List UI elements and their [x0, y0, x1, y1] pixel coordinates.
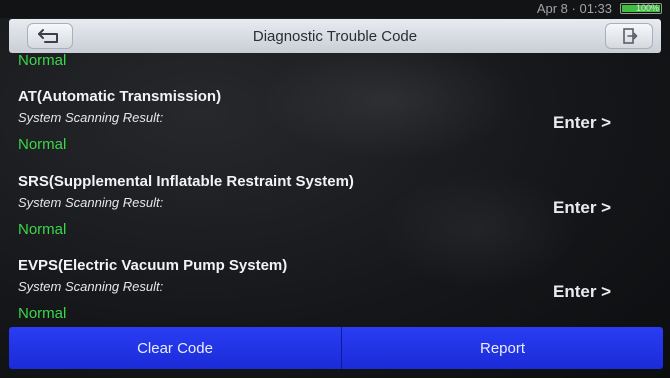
bottom-action-bar: Clear Code Report — [9, 327, 663, 369]
module-name: EVPS(Electric Vacuum Pump System) — [18, 257, 288, 274]
scan-status: Normal — [18, 136, 67, 153]
scan-status: Normal — [18, 305, 67, 322]
battery-percent: 100% — [635, 3, 659, 13]
module-list[interactable]: Normal AT(Automatic Transmission) System… — [0, 53, 670, 327]
list-item: AT(Automatic Transmission) System Scanni… — [0, 88, 670, 170]
exit-button[interactable] — [605, 23, 653, 49]
scan-result-label: System Scanning Result: — [18, 279, 164, 294]
back-arrow-icon — [38, 29, 58, 43]
device-screen: Apr 8 · 01:33 100% Diagnostic Trouble Co… — [0, 0, 670, 378]
header-bar: Diagnostic Trouble Code — [9, 19, 661, 53]
clear-code-button[interactable]: Clear Code — [9, 327, 341, 369]
module-name: AT(Automatic Transmission) — [18, 88, 222, 105]
list-item: EVPS(Electric Vacuum Pump System) System… — [0, 257, 670, 327]
scan-result-label: System Scanning Result: — [18, 195, 164, 210]
scan-status: Normal — [18, 221, 67, 238]
list-item: SRS(Supplemental Inflatable Restraint Sy… — [0, 173, 670, 255]
status-time: Apr 8 · 01:33 — [536, 1, 612, 16]
scan-result-label: System Scanning Result: — [18, 110, 164, 125]
page-title: Diagnostic Trouble Code — [252, 28, 418, 45]
back-button[interactable] — [27, 23, 73, 49]
module-name: SRS(Supplemental Inflatable Restraint Sy… — [18, 173, 354, 190]
report-button[interactable]: Report — [342, 327, 663, 369]
partial-status-text: Normal — [18, 53, 67, 69]
exit-icon — [623, 28, 638, 44]
status-bar: Apr 8 · 01:33 100% — [0, 0, 670, 18]
battery-icon: 100% — [620, 3, 662, 14]
enter-button[interactable]: Enter > — [553, 113, 611, 133]
enter-button[interactable]: Enter > — [553, 282, 611, 302]
enter-button[interactable]: Enter > — [553, 198, 611, 218]
